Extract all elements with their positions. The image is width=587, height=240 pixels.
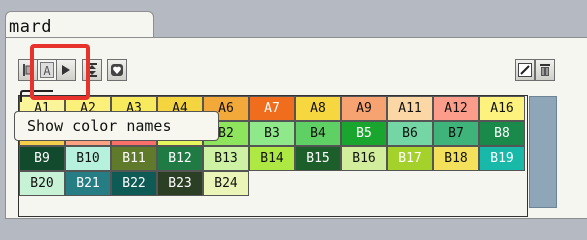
color-swatch[interactable]: B12 [157, 146, 203, 171]
heart-shield-icon [111, 64, 123, 76]
letter-a-icon: A [40, 62, 54, 78]
color-swatch[interactable]: B6 [387, 121, 433, 146]
color-swatch[interactable]: B14 [249, 146, 295, 171]
play-right-button[interactable] [56, 59, 76, 81]
color-swatch[interactable]: B21 [65, 171, 111, 196]
fit-vertical-icon [87, 63, 97, 77]
color-swatch[interactable]: B5 [341, 121, 387, 146]
color-swatch[interactable]: B15 [295, 146, 341, 171]
color-swatch[interactable]: A16 [479, 96, 525, 121]
color-swatch[interactable]: A12 [433, 96, 479, 121]
color-swatch[interactable]: B19 [479, 146, 525, 171]
color-swatch[interactable]: A9 [341, 96, 387, 121]
color-swatch[interactable]: B22 [111, 171, 157, 196]
heart-shield-button[interactable] [107, 59, 127, 81]
color-swatch[interactable]: B10 [65, 146, 111, 171]
panel-title: mard [9, 17, 52, 37]
fit-vertical-button[interactable] [82, 59, 102, 81]
play-right-icon [62, 65, 70, 75]
color-swatch[interactable]: B24 [203, 171, 249, 196]
color-swatch[interactable]: A7 [249, 96, 295, 121]
color-swatch[interactable]: B13 [203, 146, 249, 171]
left-align-button[interactable] [18, 59, 38, 81]
drag-handle-icon [20, 90, 53, 102]
trash-icon [540, 64, 550, 76]
color-swatch[interactable]: B16 [341, 146, 387, 171]
tooltip: Show color names [14, 111, 219, 141]
color-swatch[interactable]: B18 [433, 146, 479, 171]
color-swatch[interactable]: B17 [387, 146, 433, 171]
color-swatch[interactable]: B7 [433, 121, 479, 146]
color-swatch[interactable]: B11 [111, 146, 157, 171]
color-swatch[interactable]: A8 [295, 96, 341, 121]
svg-text:A: A [43, 64, 51, 78]
show-color-names-button[interactable]: A [37, 59, 57, 81]
left-align-icon [23, 64, 34, 76]
pencil-edit-icon [518, 63, 532, 77]
tooltip-text: Show color names [27, 117, 172, 135]
color-swatch[interactable]: B20 [19, 171, 65, 196]
color-swatch[interactable]: B8 [479, 121, 525, 146]
color-swatch[interactable]: B4 [295, 121, 341, 146]
color-swatch[interactable]: A11 [387, 96, 433, 121]
edit-button[interactable] [515, 59, 535, 81]
vertical-scrollbar[interactable] [529, 96, 557, 208]
delete-button[interactable] [535, 59, 555, 81]
color-swatch[interactable]: B3 [249, 121, 295, 146]
color-swatch[interactable]: B23 [157, 171, 203, 196]
color-swatch[interactable]: B9 [19, 146, 65, 171]
